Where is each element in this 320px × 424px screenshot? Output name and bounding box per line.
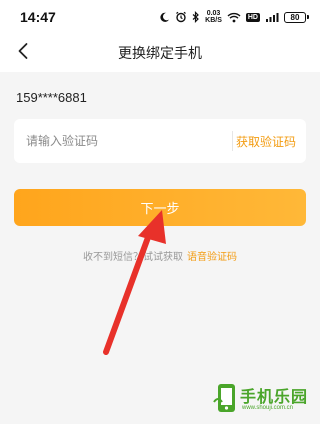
battery-icon: 80: [284, 11, 309, 23]
wifi-icon: [227, 8, 241, 27]
voice-code-link[interactable]: 语音验证码: [187, 252, 237, 263]
get-code-button[interactable]: 获取验证码: [236, 133, 296, 150]
watermark-phone-icon: [213, 384, 235, 412]
status-time: 14:47: [20, 9, 56, 25]
battery-level: 80: [290, 12, 300, 22]
watermark-logo: 手机乐园 www.shouji.com.cn: [212, 382, 316, 418]
help-text: 收不到短信？试试获取: [83, 252, 183, 263]
net-speed-unit: KB/S: [205, 17, 222, 24]
next-step-button[interactable]: 下一步: [14, 189, 306, 226]
moon-icon: [159, 8, 170, 27]
page-title: 更换绑定手机: [118, 46, 202, 62]
hd-badge: HD: [245, 12, 260, 22]
verification-code-input[interactable]: [26, 119, 216, 163]
bluetooth-icon: [192, 8, 200, 27]
verification-code-row: 获取验证码: [14, 119, 306, 163]
net-speed: 0.03 KB/S: [205, 10, 222, 24]
signal-icon: [265, 8, 279, 27]
alarm-icon: [175, 8, 187, 27]
status-icons: 0.03 KB/S HD 80: [159, 8, 309, 27]
watermark-text: 手机乐园: [240, 387, 309, 406]
help-row: 收不到短信？试试获取 语音验证码: [0, 248, 320, 263]
phone-number: 159****6881: [16, 90, 87, 105]
status-bar: 14:47 0.03 KB/S HD 80: [0, 0, 320, 34]
watermark-url: www.shouji.com.cn: [242, 405, 294, 411]
nav-bar: 更换绑定手机: [0, 34, 320, 72]
code-divider: [232, 131, 233, 151]
net-speed-value: 0.03: [206, 10, 221, 17]
